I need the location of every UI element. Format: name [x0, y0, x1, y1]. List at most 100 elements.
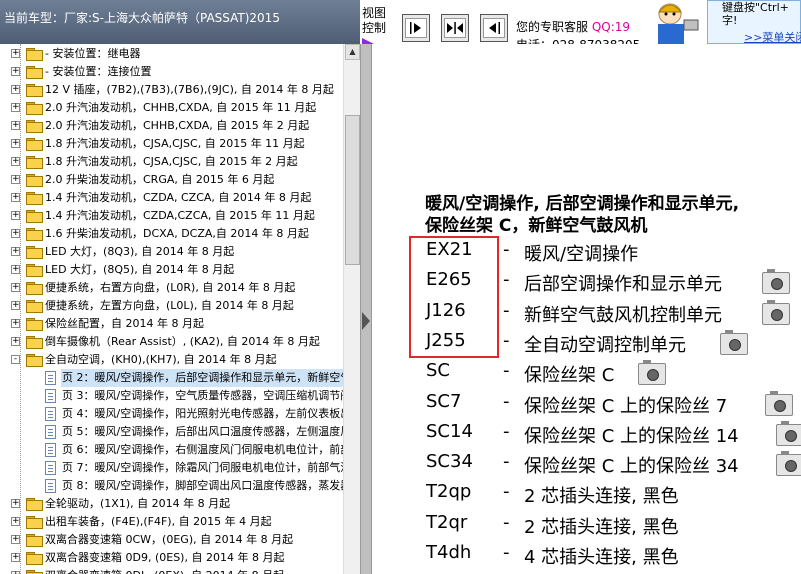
expand-icon[interactable]: + [11, 49, 20, 58]
tree-page-item[interactable]: 页 3：暖风/空调操作，空气质量传感器，空调压缩机调节阀 [0, 387, 343, 405]
tree-item-label: 保险丝配置，自 2014 年 8 月起 [45, 317, 204, 330]
camera-icon[interactable] [762, 299, 790, 325]
split-view-button[interactable] [441, 14, 469, 42]
tree-folder-item[interactable]: + - 安装位置：继电器 [0, 45, 343, 63]
tree-item-label: 页 6：暖风/空调操作，右侧温度风门伺服电机电位计，前部 [62, 443, 343, 456]
arrow-left-bar-icon [483, 18, 505, 38]
expand-icon[interactable]: + [11, 337, 20, 346]
legend-dash: - [503, 511, 510, 533]
tree-folder-item[interactable]: +1.8 升汽油发动机，CJSA,CJSC, 自 2015 年 2 月起 [0, 153, 343, 171]
tree-scrollbar[interactable]: ▲ [343, 44, 360, 574]
camera-icon[interactable] [765, 390, 793, 416]
page-title-line2: 保险丝架 C，新鲜空气鼓风机 [425, 216, 648, 236]
expand-icon[interactable]: + [11, 499, 20, 508]
component-description: 暖风/空调操作 [524, 244, 639, 265]
tree-folder-item[interactable]: +2.0 升汽油发动机，CHHB,CXDA, 自 2015 年 11 月起 [0, 99, 343, 117]
show-left-pane-button[interactable] [480, 14, 508, 42]
show-right-pane-button[interactable] [402, 14, 430, 42]
tree-folder-item[interactable]: +2.0 升柴油发动机，CRGA, 自 2015 年 6 月起 [0, 171, 343, 189]
help-text-line1: 键盘按"Ctrl+ [722, 1, 789, 14]
tree-folder-item[interactable]: +2.0 升汽油发动机，CHHB,CXDA, 自 2015 年 2 月起 [0, 117, 343, 135]
expand-icon[interactable]: + [11, 265, 20, 274]
expand-icon[interactable]: + [11, 85, 20, 94]
expand-icon[interactable]: + [11, 229, 20, 238]
camera-icon[interactable] [720, 329, 748, 355]
folder-icon [26, 120, 43, 133]
folder-icon [26, 570, 43, 574]
tree-item-label: 1.4 升汽油发动机，CZDA,CZCA, 自 2015 年 11 月起 [45, 209, 315, 222]
legend-dash: - [503, 239, 510, 260]
tree-folder-item[interactable]: + LED 大灯，(8Q5), 自 2014 年 8 月起 [0, 261, 343, 279]
camera-icon[interactable] [762, 269, 790, 295]
tree-folder-item[interactable]: +1.6 升柴油发动机，DCXA, DCZA,自 2014 年 8 月起 [0, 225, 343, 243]
tree-folder-item[interactable]: +双离合器变速箱 0DL, (0EX), 自 2014 年 8 月起 [0, 567, 343, 574]
expand-icon[interactable]: + [11, 139, 20, 148]
folder-icon [26, 66, 43, 79]
component-code: T4dh [426, 542, 472, 563]
expand-icon[interactable]: + [11, 211, 20, 220]
service-label: 您的专职客服 [516, 20, 589, 34]
tree-folder-item[interactable]: + 全轮驱动，(1X1), 自 2014 年 8 月起 [0, 495, 343, 513]
tree-item-label: 1.8 升汽油发动机，CJSA,CJSC, 自 2015 年 11 月起 [45, 137, 305, 150]
expand-icon[interactable]: + [11, 553, 20, 562]
collapse-arrow-icon[interactable] [362, 312, 370, 330]
tree-folder-item[interactable]: + 便捷系统，左置方向盘，(L0L), 自 2014 年 8 月起 [0, 297, 343, 315]
scroll-up-icon[interactable]: ▲ [345, 44, 360, 60]
component-code: SC34 [426, 451, 473, 473]
expand-icon[interactable]: + [11, 193, 20, 202]
qq-number[interactable]: QQ:19 [592, 20, 630, 34]
scroll-thumb[interactable] [345, 115, 360, 265]
tree-item-label: 页 5：暖风/空调操作，后部出风口温度传感器，左侧温度风 [62, 425, 343, 438]
tree-page-item[interactable]: 页 5：暖风/空调操作，后部出风口温度传感器，左侧温度风 [0, 423, 343, 441]
tree-folder-item[interactable]: - 全自动空调，(KH0),(KH7), 自 2014 年 8 月起 [0, 351, 343, 369]
tree-folder-item[interactable]: + - 安装位置：连接位置 [0, 63, 343, 81]
tree-folder-item[interactable]: +12 V 插座，(7B2),(7B3),(7B6),(9JC), 自 2014… [0, 81, 343, 99]
camera-icon[interactable] [776, 451, 801, 477]
folder-icon [26, 174, 43, 187]
tree-folder-item[interactable]: + 保险丝配置，自 2014 年 8 月起 [0, 315, 343, 333]
collapse-icon[interactable]: - [11, 355, 20, 364]
tree-page-item[interactable]: 页 4：暖风/空调操作，阳光照射光电传感器，左前仪表板出 [0, 405, 343, 423]
expand-icon[interactable]: + [11, 157, 20, 166]
document-tree[interactable]: + - 安装位置：继电器 + - 安装位置：连接位置 +12 V 插座，(7B2),(7… [0, 44, 343, 574]
tree-page-item[interactable]: 页 7：暖风/空调操作，除霜风门伺服电机电位计，前部气流 [0, 459, 343, 477]
expand-icon[interactable]: + [11, 535, 20, 544]
expand-icon[interactable]: + [11, 301, 20, 310]
close-menu-link[interactable]: >>菜单关闭 [744, 29, 801, 45]
tree-folder-item[interactable]: + 便捷系统，右置方向盘，(L0R), 自 2014 年 8 月起 [0, 279, 343, 297]
tree-folder-item[interactable]: +1.8 升汽油发动机，CJSA,CJSC, 自 2015 年 11 月起 [0, 135, 343, 153]
component-description: 保险丝架 C [524, 365, 615, 387]
expand-icon[interactable]: + [11, 319, 20, 328]
page-title-line1: 暖风/空调操作, 后部空调操作和显示单元, [425, 194, 740, 214]
tree-folder-item[interactable]: + LED 大灯，(8Q3), 自 2014 年 8 月起 [0, 243, 343, 261]
expand-icon[interactable]: + [11, 247, 20, 256]
legend-dash: - [503, 329, 510, 351]
camera-icon[interactable] [776, 420, 801, 446]
highlight-box [409, 236, 499, 358]
tree-page-item[interactable]: 页 2：暖风/空调操作，后部空调操作和显示单元，新鲜空气 [0, 369, 343, 387]
top-bar: 当前车型：厂家:S-上海大众帕萨特（PASSAT)2015 视图 控制 您的专职… [0, 0, 801, 52]
tree-page-item[interactable]: 页 8：暖风/空调操作，脚部空调出风口温度传感器，蒸发器 [0, 477, 343, 495]
tree-folder-item[interactable]: +1.4 升汽油发动机，CZDA,CZCA, 自 2015 年 11 月起 [0, 207, 343, 225]
expand-icon[interactable]: + [11, 121, 20, 130]
expand-icon[interactable]: + [11, 175, 20, 184]
expand-icon[interactable]: + [11, 517, 20, 526]
tree-page-item[interactable]: 页 6：暖风/空调操作，右侧温度风门伺服电机电位计，前部 [0, 441, 343, 459]
expand-icon[interactable]: + [11, 67, 20, 76]
expand-icon[interactable]: + [11, 103, 20, 112]
camera-icon[interactable] [638, 360, 666, 386]
pane-splitter[interactable] [360, 44, 372, 574]
tree-folder-item[interactable]: +1.4 升汽油发动机，CZDA, CZCA, 自 2014 年 8 月起 [0, 189, 343, 207]
folder-icon [26, 498, 43, 511]
component-description: 后部空调操作和显示单元 [524, 274, 722, 296]
tree-folder-item[interactable]: + 双离合器变速箱 0D9, (0ES), 自 2014 年 8 月起 [0, 549, 343, 567]
tree-item-label: 页 3：暖风/空调操作，空气质量传感器，空调压缩机调节阀 [62, 389, 343, 402]
tree-folder-item[interactable]: + 倒车摄像机（Rear Assist）, (KA2), 自 2014 年 8 月… [0, 333, 343, 351]
folder-icon [26, 156, 43, 169]
folder-icon [26, 336, 43, 349]
expand-icon[interactable]: + [11, 283, 20, 292]
tree-folder-item[interactable]: + 双离合器变速箱 0CW，(0EG), 自 2014 年 8 月起 [0, 531, 343, 549]
tree-folder-item[interactable]: + 出租车装备，(F4E),(F4F), 自 2015 年 4 月起 [0, 513, 343, 531]
help-tip-box: 键盘按"Ctrl+ 字! >>菜单关闭 [707, 0, 801, 44]
help-tip-text: 键盘按"Ctrl+ 字! [722, 1, 789, 27]
